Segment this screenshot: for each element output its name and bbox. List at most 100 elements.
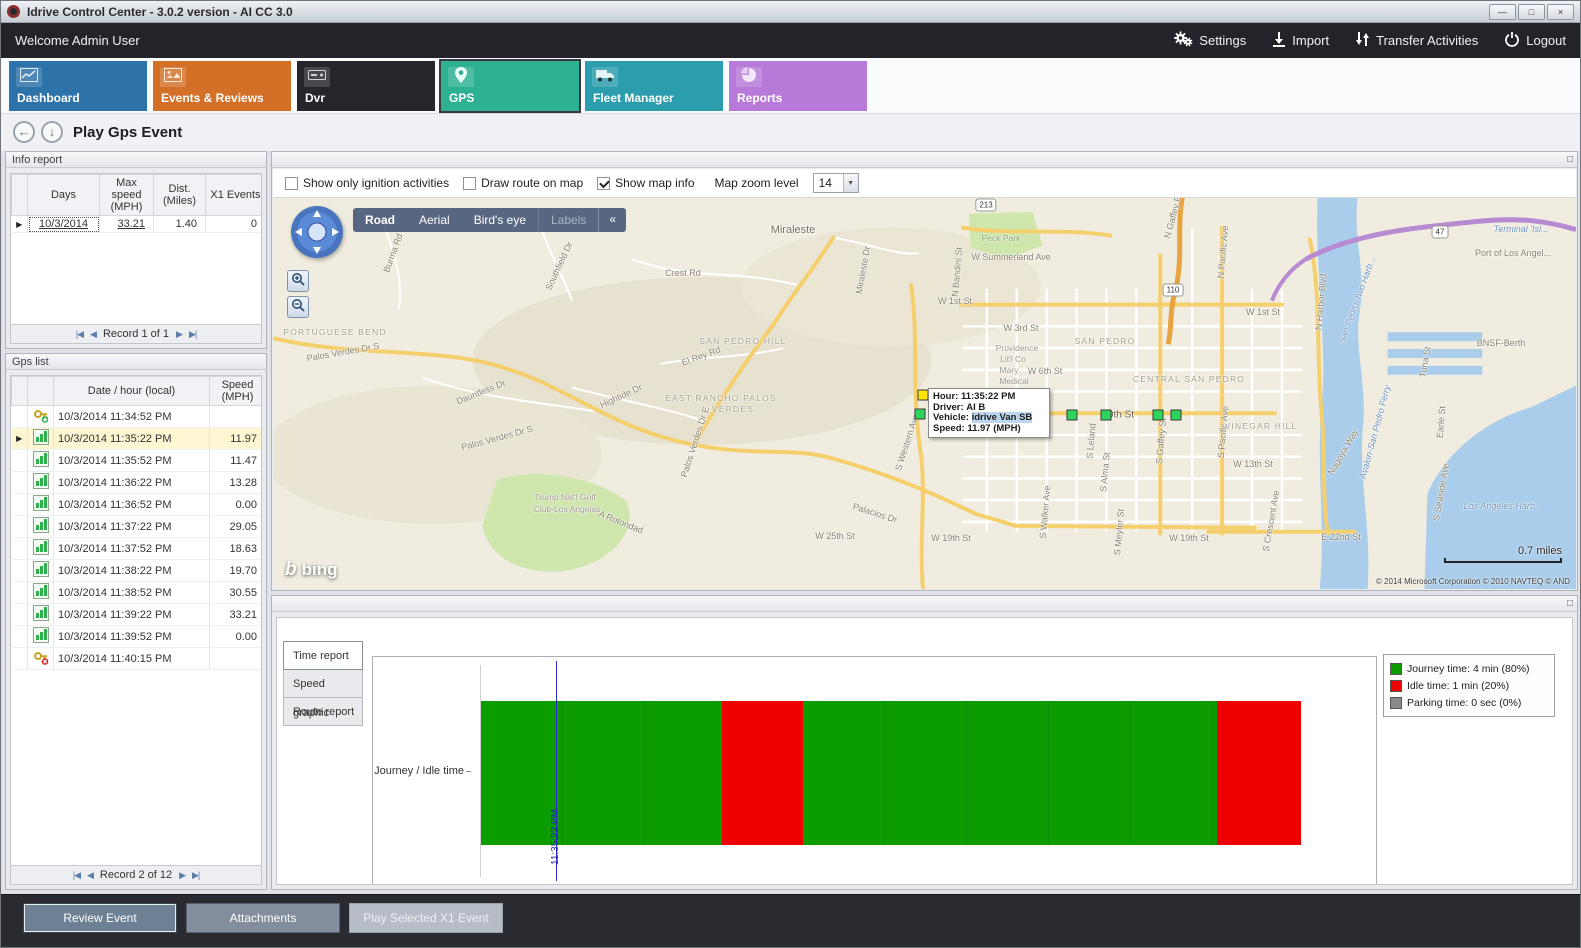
- checkbox-show-ignition[interactable]: Show only ignition activities: [285, 176, 449, 190]
- pager-last-button[interactable]: ▶|: [192, 870, 199, 881]
- gps-speed: 11.97: [210, 428, 263, 450]
- map-zoom-out-button[interactable]: [287, 296, 309, 318]
- info-col-x1[interactable]: X1 Events: [206, 175, 263, 216]
- row-marker-icon: [12, 494, 28, 516]
- gps-speed: 30.55: [210, 582, 263, 604]
- map-style-birdseye[interactable]: Bird's eye: [462, 208, 538, 232]
- download-event-button[interactable]: ↓: [41, 121, 63, 143]
- info-col-dist[interactable]: Dist. (Miles): [154, 175, 206, 216]
- info-maxspeed-link[interactable]: 33.21: [100, 216, 154, 233]
- panel-collapse-button[interactable]: □: [1567, 596, 1573, 612]
- zoom-in-icon: [291, 272, 305, 291]
- journey-idle-chart: Journey / Idle time 11:35:22 PM: [372, 656, 1377, 885]
- minimize-button[interactable]: —: [1489, 4, 1516, 20]
- tooltip-hour-label: Hour:: [933, 391, 958, 402]
- row-marker-icon: [12, 406, 28, 428]
- tab-speed-graphic[interactable]: Speed graphic: [283, 669, 363, 698]
- panel-collapse-button[interactable]: □: [1567, 152, 1573, 168]
- info-col-maxspeed[interactable]: Max speed (MPH): [100, 175, 154, 216]
- map-style-collapse-button[interactable]: «: [598, 208, 626, 232]
- gps-row[interactable]: 10/3/2014 11:39:22 PM33.21: [12, 604, 263, 626]
- chart-row-label: Journey / Idle time: [373, 765, 471, 777]
- gps-col-speed[interactable]: Speed (MPH): [210, 377, 263, 406]
- map-style-road[interactable]: Road: [353, 208, 407, 232]
- info-days-link[interactable]: 10/3/2014: [28, 216, 100, 233]
- pager-prev-button[interactable]: ◀: [87, 870, 93, 881]
- info-col-days[interactable]: Days: [28, 175, 100, 216]
- pager-last-button[interactable]: ▶|: [189, 329, 196, 340]
- gps-row[interactable]: 10/3/2014 11:36:22 PM13.28: [12, 472, 263, 494]
- map-style-aerial[interactable]: Aerial: [407, 208, 462, 232]
- pager-first-button[interactable]: |◀: [73, 870, 80, 881]
- pager-text: Record 2 of 12: [100, 869, 172, 881]
- gps-datetime: 10/3/2014 11:39:22 PM: [54, 604, 210, 626]
- tab-events-reviews[interactable]: Events & Reviews: [153, 61, 291, 111]
- pager-first-button[interactable]: |◀: [76, 329, 83, 340]
- row-marker-icon: [12, 450, 28, 472]
- close-button[interactable]: ×: [1547, 4, 1574, 20]
- gps-speed: 0.00: [210, 626, 263, 648]
- app-window: Idrive Control Center - 3.0.2 version - …: [0, 0, 1581, 948]
- ignition-marker[interactable]: [918, 390, 929, 401]
- zoom-out-icon: [291, 298, 305, 317]
- map-compass-control[interactable]: [289, 204, 345, 265]
- time-report-panel: □ Time report Speed graphic Route report…: [271, 595, 1578, 890]
- zoom-level-dropdown[interactable]: 14 ▼: [813, 173, 859, 193]
- logout-button[interactable]: Logout: [1504, 31, 1566, 50]
- checkbox-show-map-info[interactable]: Show map info: [597, 176, 694, 190]
- gps-datetime: 10/3/2014 11:38:22 PM: [54, 560, 210, 582]
- pager-next-button[interactable]: ▶: [179, 870, 185, 881]
- gps-marker[interactable]: [1171, 410, 1182, 421]
- transfer-activities-button[interactable]: Transfer Activities: [1355, 31, 1478, 50]
- content-area: Info report Days Max speed (MPH) Dist. (…: [1, 151, 1580, 894]
- gps-marker[interactable]: [1101, 410, 1112, 421]
- settings-button[interactable]: Settings: [1173, 31, 1246, 50]
- map-zoom-in-button[interactable]: [287, 270, 309, 292]
- tab-route-report[interactable]: Route report: [283, 697, 363, 726]
- info-report-row[interactable]: ▶ 10/3/2014 33.21 1.40 0: [12, 216, 263, 233]
- tab-dashboard[interactable]: Dashboard: [9, 61, 147, 111]
- info-dist-value: 1.40: [154, 216, 206, 233]
- gps-speed: 18.63: [210, 538, 263, 560]
- info-report-pager: |◀ ◀ Record 1 of 1 ▶ ▶|: [11, 324, 261, 343]
- gps-row[interactable]: 10/3/2014 11:36:52 PM0.00: [12, 494, 263, 516]
- import-button[interactable]: Import: [1272, 31, 1329, 50]
- chart-segment-idle: [1217, 701, 1301, 845]
- map-canvas[interactable]: MiralestePeck ParkW Summerland AveCrest …: [273, 198, 1576, 589]
- welcome-text: Welcome Admin User: [15, 33, 1173, 48]
- gps-marker[interactable]: [1067, 410, 1078, 421]
- pager-next-button[interactable]: ▶: [176, 329, 182, 340]
- map-scale-label: 0.7 miles: [1444, 545, 1562, 557]
- gps-row[interactable]: 10/3/2014 11:34:52 PM: [12, 406, 263, 428]
- gps-datetime: 10/3/2014 11:40:15 PM: [54, 648, 210, 670]
- vehicle-tooltip: Hour: 11:35:22 PM Driver: AI B Vehicle: …: [928, 388, 1050, 438]
- tab-dvr[interactable]: Dvr: [297, 61, 435, 111]
- gps-col-datetime[interactable]: Date / hour (local): [54, 377, 210, 406]
- gps-row[interactable]: 10/3/2014 11:38:52 PM30.55: [12, 582, 263, 604]
- pager-prev-button[interactable]: ◀: [90, 329, 96, 340]
- gps-row[interactable]: ▶10/3/2014 11:35:22 PM11.97: [12, 428, 263, 450]
- tab-reports[interactable]: Reports: [729, 61, 867, 111]
- attachments-button[interactable]: Attachments: [186, 903, 340, 933]
- map-style-labels[interactable]: Labels: [538, 208, 598, 232]
- back-button[interactable]: ←: [13, 121, 35, 143]
- gps-marker[interactable]: [915, 409, 926, 420]
- bing-logo-text: bing: [302, 560, 338, 580]
- gps-point-icon: [28, 428, 54, 450]
- gps-row[interactable]: 10/3/2014 11:37:52 PM18.63: [12, 538, 263, 560]
- tab-time-report[interactable]: Time report: [283, 641, 363, 670]
- review-event-button[interactable]: Review Event: [23, 903, 177, 933]
- gps-row[interactable]: 10/3/2014 11:37:22 PM29.05: [12, 516, 263, 538]
- gps-icon-header: [28, 377, 54, 406]
- gps-row[interactable]: 10/3/2014 11:38:22 PM19.70: [12, 560, 263, 582]
- gps-list-title: Gps list: [6, 354, 266, 370]
- gps-row[interactable]: 10/3/2014 11:35:52 PM11.47: [12, 450, 263, 472]
- tab-gps[interactable]: GPS: [441, 61, 579, 111]
- gps-row[interactable]: 10/3/2014 11:40:15 PM: [12, 648, 263, 670]
- gps-marker[interactable]: [1153, 410, 1164, 421]
- gps-row[interactable]: 10/3/2014 11:39:52 PM0.00: [12, 626, 263, 648]
- tab-fleet-manager[interactable]: Fleet Manager: [585, 61, 723, 111]
- checkbox-draw-route[interactable]: Draw route on map: [463, 176, 583, 190]
- maximize-button[interactable]: □: [1518, 4, 1545, 20]
- play-selected-x1-event-button[interactable]: Play Selected X1 Event: [349, 903, 503, 933]
